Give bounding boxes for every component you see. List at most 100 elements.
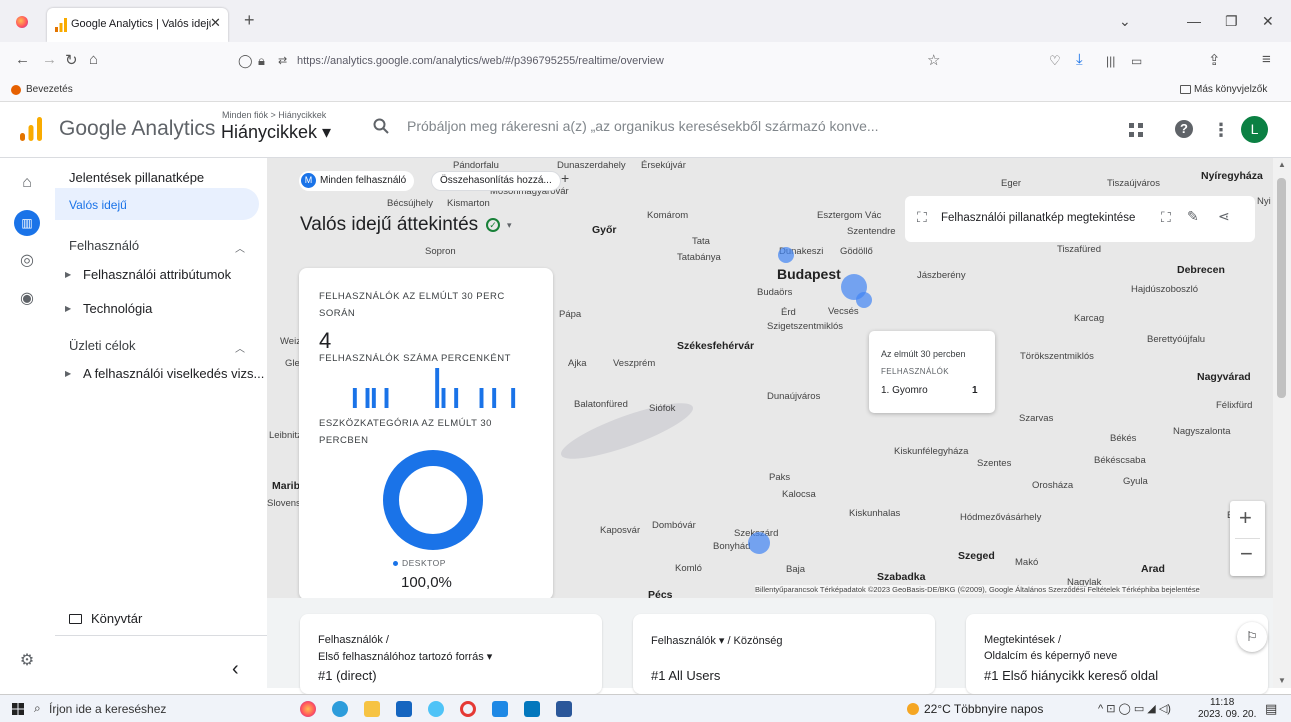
- shield-icon[interactable]: ◯: [238, 53, 253, 69]
- bookmark-star-icon[interactable]: ☆: [927, 51, 940, 69]
- property-selector[interactable]: Hiánycikkek ▾: [221, 122, 331, 143]
- library-icon[interactable]: |||: [1106, 54, 1115, 68]
- segment-chip-all-users[interactable]: M Minden felhasználó: [299, 171, 415, 191]
- per-minute-bar[interactable]: [435, 368, 440, 408]
- per-minute-bar[interactable]: [352, 388, 357, 408]
- windows-start-icon[interactable]: [12, 703, 24, 715]
- advertising-icon[interactable]: ◉: [14, 286, 40, 312]
- reload-icon[interactable]: ↻: [65, 51, 78, 69]
- search-icon[interactable]: ⌕: [34, 701, 41, 716]
- chevron-right-icon[interactable]: ▶: [65, 270, 71, 279]
- explore-icon[interactable]: ◎: [14, 248, 40, 274]
- reports-icon[interactable]: ▥: [14, 210, 40, 236]
- chevron-up-icon[interactable]: ︿: [235, 340, 245, 355]
- check-circle-icon[interactable]: ✓: [486, 218, 500, 232]
- firefox-icon[interactable]: [16, 16, 28, 28]
- per-minute-bar[interactable]: [365, 388, 370, 408]
- close-window-icon[interactable]: ✕: [1262, 13, 1274, 30]
- address-bar[interactable]: https://analytics.google.com/analytics/w…: [297, 55, 664, 67]
- pocket-icon[interactable]: ♡: [1049, 53, 1061, 69]
- search-input[interactable]: Próbáljon meg rákeresni a(z) „az organik…: [407, 118, 879, 134]
- per-minute-bar[interactable]: [454, 388, 459, 408]
- card-dimension-selector[interactable]: Első felhasználóhoz tartozó forrás ▾: [318, 650, 492, 663]
- new-tab-button[interactable]: +: [244, 10, 255, 31]
- scroll-down-icon[interactable]: ▼: [1278, 676, 1286, 685]
- per-minute-bar[interactable]: [384, 388, 389, 408]
- home-icon[interactable]: ⌂: [14, 170, 40, 196]
- dropbox-icon[interactable]: [396, 701, 412, 717]
- settings-icon[interactable]: ⚙: [14, 648, 40, 674]
- firefox-taskbar-icon[interactable]: [300, 701, 316, 717]
- weather-icon[interactable]: [907, 703, 919, 715]
- minimize-icon[interactable]: —: [1187, 13, 1201, 29]
- sidebar-item-library[interactable]: Könyvtár: [91, 611, 142, 626]
- back-icon[interactable]: ←: [15, 51, 30, 68]
- notifications-icon[interactable]: ▤: [1265, 701, 1277, 717]
- restore-icon[interactable]: ❐: [1225, 13, 1238, 30]
- more-options-icon[interactable]: ⋮: [1212, 120, 1230, 141]
- browser-tab[interactable]: Google Analytics | Valós idejű á ✕: [47, 8, 228, 42]
- edit-report-icon[interactable]: ✎: [1187, 208, 1199, 225]
- sidebar-item-user-attributes[interactable]: Felhasználói attribútumok: [83, 267, 231, 282]
- card-metric-selector[interactable]: Felhasználók ▾ / Közönség: [651, 634, 782, 647]
- feedback-icon[interactable]: ⚐: [1237, 622, 1267, 652]
- analytics-logo-icon[interactable]: [20, 117, 42, 141]
- permissions-icon[interactable]: ⇄: [278, 54, 287, 67]
- zoom-out-button[interactable]: −: [1240, 541, 1253, 567]
- view-user-snapshot-button[interactable]: Felhasználói pillanatkép megtekintése: [941, 212, 1135, 224]
- realtime-map[interactable]: Pándorfalu Dunaszerdahely Érsekújvár Eger Ti…: [267, 158, 1273, 598]
- forward-icon[interactable]: →: [42, 51, 57, 68]
- edge-taskbar-icon[interactable]: [332, 701, 348, 717]
- downloads-icon[interactable]: ⤓: [1076, 51, 1083, 68]
- share-icon[interactable]: ⇪: [1208, 51, 1221, 69]
- chevron-right-icon[interactable]: ▶: [65, 304, 71, 313]
- chevron-up-icon[interactable]: ︿: [235, 240, 245, 255]
- tab-list-icon[interactable]: ⌄: [1119, 13, 1131, 30]
- search-icon[interactable]: [373, 118, 389, 134]
- map-user-bubble[interactable]: [748, 532, 770, 554]
- device-donut-chart[interactable]: [383, 450, 483, 550]
- collapse-sidebar-icon[interactable]: ‹: [232, 658, 239, 681]
- zoom-in-button[interactable]: +: [1239, 505, 1252, 531]
- menu-icon[interactable]: ≡: [1262, 51, 1271, 68]
- sidebar-section-business[interactable]: Üzleti célok: [69, 338, 135, 353]
- apps-grid-icon[interactable]: [1129, 123, 1143, 137]
- person-frame-icon[interactable]: ⛶: [917, 209, 927, 226]
- sidebar-item-technology[interactable]: Technológia: [83, 301, 152, 316]
- per-minute-bar[interactable]: [441, 388, 446, 408]
- close-tab-icon[interactable]: ✕: [210, 15, 221, 31]
- help-icon[interactable]: ?: [1175, 120, 1193, 138]
- sidebar-toggle-icon[interactable]: ▭: [1131, 54, 1142, 68]
- breadcrumb[interactable]: Minden fiók > Hiánycikkek: [222, 110, 326, 120]
- sidebar-section-user[interactable]: Felhasználó: [69, 238, 139, 253]
- app-icon[interactable]: [428, 701, 444, 717]
- system-tray-icons[interactable]: ^ ⊡ ◯ ▭ ◢ ◁): [1098, 702, 1171, 715]
- scrollbar-thumb[interactable]: [1277, 178, 1286, 398]
- home-icon[interactable]: ⌂: [89, 51, 98, 68]
- add-comparison-icon[interactable]: +: [561, 170, 569, 186]
- taskbar-search-input[interactable]: Írjon ide a kereséshez: [49, 702, 166, 716]
- file-explorer-icon[interactable]: [364, 701, 380, 717]
- sidebar-item-behavior[interactable]: A felhasználói viselkedés vizs...: [83, 366, 264, 381]
- fullscreen-icon[interactable]: ⛶: [1161, 209, 1171, 226]
- lock-icon[interactable]: 🔒︎: [258, 53, 265, 69]
- weather-text[interactable]: 22°C Többnyire napos: [924, 702, 1043, 716]
- other-bookmarks[interactable]: Más könyvjelzők: [1194, 84, 1267, 95]
- chevron-down-icon[interactable]: ▾: [507, 220, 512, 231]
- map-user-bubble[interactable]: [856, 292, 872, 308]
- clock-date[interactable]: 2023. 09. 20.: [1198, 709, 1256, 720]
- map-user-bubble[interactable]: [778, 247, 794, 263]
- per-minute-bar[interactable]: [511, 388, 516, 408]
- bookmark-link[interactable]: Bevezetés: [26, 84, 73, 95]
- vscode-icon[interactable]: [492, 701, 508, 717]
- per-minute-bar[interactable]: [371, 388, 376, 408]
- opera-icon[interactable]: [460, 701, 476, 717]
- avatar[interactable]: L: [1241, 116, 1268, 143]
- per-minute-bar[interactable]: [479, 388, 484, 408]
- share-icon[interactable]: ⋖: [1218, 208, 1230, 225]
- sidebar-item-snapshot[interactable]: Jelentések pillanatképe: [69, 170, 204, 185]
- clock-time[interactable]: 11:18: [1210, 697, 1234, 708]
- chevron-right-icon[interactable]: ▶: [65, 369, 71, 378]
- scroll-up-icon[interactable]: ▲: [1278, 160, 1286, 169]
- page-scrollbar[interactable]: ▲ ▼: [1273, 158, 1291, 688]
